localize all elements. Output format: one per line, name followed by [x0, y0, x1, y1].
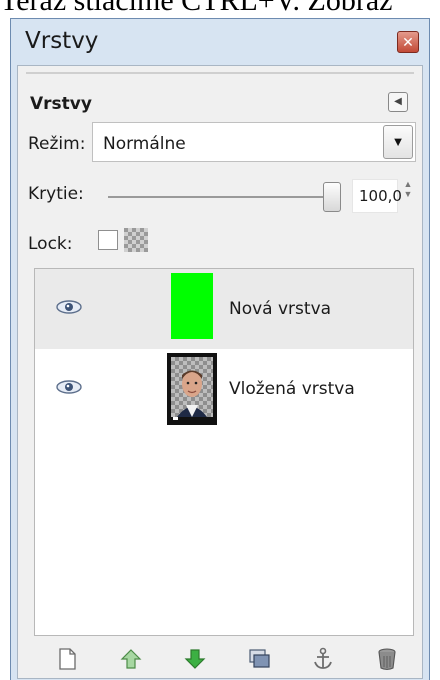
panel-title: Vrstvy	[30, 94, 92, 114]
opacity-slider-handle[interactable]	[323, 182, 341, 212]
opacity-spinner[interactable]: ▲ ▼	[402, 179, 414, 213]
mode-value: Normálne	[103, 134, 186, 154]
eye-icon[interactable]	[55, 380, 83, 394]
chevron-down-icon: ▼	[391, 134, 405, 149]
lock-label: Lock:	[28, 234, 73, 254]
eye-icon[interactable]	[55, 300, 83, 314]
panel-divider	[26, 72, 414, 74]
layer-thumbnail-green	[171, 273, 213, 339]
triangle-left-icon: ◀	[394, 96, 402, 107]
layer-row-vlozena-vrstva[interactable]: Vložená vrstva	[35, 349, 413, 429]
lock-pixels-checkbox[interactable]	[98, 230, 118, 250]
layer-name: Vložená vrstva	[229, 379, 355, 399]
anchor-layer-icon[interactable]	[310, 646, 336, 672]
mode-dropdown-button[interactable]: ▼	[383, 125, 413, 159]
mode-label: Režim:	[28, 134, 86, 154]
mode-select[interactable]: Normálne ▼	[92, 122, 416, 162]
layers-list: Nová vrstva Vložená vrstva	[34, 268, 414, 636]
layers-toolbar	[34, 644, 414, 674]
layer-thumbnail-portrait	[167, 353, 217, 425]
layer-name: Nová vrstva	[229, 299, 332, 319]
raise-layer-icon[interactable]	[118, 646, 144, 672]
opacity-label: Krytie:	[28, 184, 84, 204]
layers-window: Vrstvy ✕ Vrstvy ◀ Režim: Normálne ▼ Kryt…	[10, 18, 430, 680]
close-icon: ✕	[402, 34, 414, 50]
lower-layer-icon[interactable]	[182, 646, 208, 672]
opacity-slider[interactable]	[108, 196, 340, 198]
window-title: Vrstvy	[25, 28, 99, 54]
duplicate-layer-icon[interactable]	[246, 646, 272, 672]
close-button[interactable]: ✕	[397, 31, 419, 53]
opacity-value-field[interactable]: 100,0	[352, 179, 402, 213]
lock-alpha-icon[interactable]	[124, 228, 148, 252]
new-layer-icon[interactable]	[54, 646, 80, 672]
delete-layer-icon[interactable]	[374, 646, 400, 672]
spin-up-icon: ▲	[403, 179, 413, 189]
document-text: Teraz stlačíme CTRL+V. Zobraz	[0, 0, 393, 17]
spin-down-icon: ▼	[403, 189, 413, 199]
layers-panel: Vrstvy ◀ Režim: Normálne ▼ Krytie: 100,0…	[17, 65, 423, 679]
layer-row-nova-vrstva[interactable]: Nová vrstva	[35, 269, 413, 349]
window-titlebar[interactable]: Vrstvy ✕	[11, 19, 429, 63]
panel-menu-button[interactable]: ◀	[388, 92, 408, 112]
